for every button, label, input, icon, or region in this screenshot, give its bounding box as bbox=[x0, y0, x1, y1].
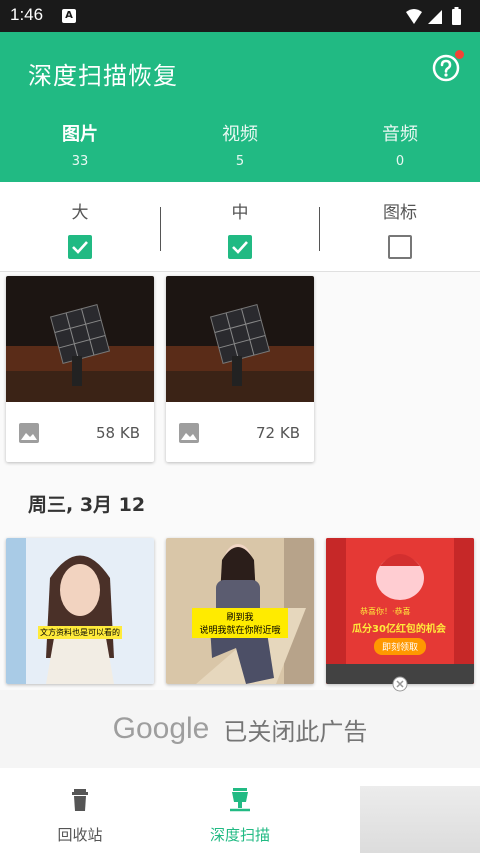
ad-top-text: 恭喜你！·恭喜 bbox=[360, 607, 411, 616]
blurred-overlay bbox=[360, 786, 480, 853]
nav-label: 深度扫描 bbox=[209, 826, 270, 844]
thumbnail-caption: 刷到我 说明我就在你附近哦 bbox=[192, 608, 288, 638]
ad-closed-text: 已关闭此广告 bbox=[223, 717, 368, 746]
thumbnail-caption: 文方资料也是可以看的 bbox=[38, 626, 122, 639]
card-meta: 58 KB bbox=[6, 402, 154, 462]
notification-dot bbox=[455, 50, 464, 59]
check-icon bbox=[232, 241, 248, 254]
caption-line1: 刷到我 bbox=[226, 613, 254, 623]
image-card[interactable]: 恭喜你！·恭喜 瓜分30亿红包的机会 即刻领取 bbox=[326, 538, 474, 684]
filter-label: 图标 bbox=[383, 203, 417, 223]
image-thumbnail: 恭喜你！·恭喜 瓜分30亿红包的机会 即刻领取 bbox=[326, 538, 474, 684]
nav-third[interactable] bbox=[320, 768, 480, 853]
divider bbox=[160, 207, 161, 251]
filter-large-checkbox[interactable] bbox=[68, 235, 92, 259]
tab-images[interactable]: 图片 33 bbox=[0, 116, 160, 185]
help-button[interactable] bbox=[432, 50, 464, 82]
filter-icon-checkbox[interactable] bbox=[388, 235, 412, 259]
ad-close-icon[interactable] bbox=[392, 676, 408, 692]
app-bar: 深度扫描恢复 图片 33 视频 5 音频 0 bbox=[0, 32, 480, 185]
scan-icon bbox=[230, 788, 250, 812]
image-card[interactable]: 58 KB bbox=[6, 276, 154, 462]
bottom-navigation: 回收站 深度扫描 bbox=[0, 768, 480, 853]
google-logo: Google bbox=[112, 712, 210, 745]
image-icon bbox=[179, 423, 199, 443]
size-filter-bar: 大 中 图标 bbox=[0, 182, 480, 272]
tab-label: 视频 bbox=[222, 124, 258, 145]
help-icon bbox=[432, 54, 460, 82]
filter-label: 大 bbox=[71, 203, 89, 223]
check-icon bbox=[72, 241, 88, 254]
nav-recycle-bin[interactable]: 回收站 bbox=[0, 768, 160, 853]
ad-main-text: 瓜分30亿红包的机会 bbox=[352, 624, 446, 635]
date-header: 周三, 3月 12 bbox=[28, 494, 146, 516]
file-size: 72 KB bbox=[256, 424, 300, 442]
image-thumbnail bbox=[6, 276, 154, 402]
tab-count: 5 bbox=[235, 154, 245, 169]
image-thumbnail: 刷到我 说明我就在你附近哦 bbox=[166, 538, 314, 684]
image-icon bbox=[19, 423, 39, 443]
image-thumbnail bbox=[166, 276, 314, 402]
filter-medium-checkbox[interactable] bbox=[228, 235, 252, 259]
image-card[interactable]: 72 KB bbox=[166, 276, 314, 462]
page-title: 深度扫描恢复 bbox=[28, 62, 178, 90]
file-size: 58 KB bbox=[96, 424, 140, 442]
filter-large[interactable]: 大 bbox=[0, 182, 160, 271]
caption-line2: 说明我就在你附近哦 bbox=[199, 626, 281, 636]
nav-deep-scan[interactable]: 深度扫描 bbox=[160, 768, 320, 853]
image-grid: 58 KB 72 KB 周三, 3月 12 文方资料也是可以看的 刷到我 说明我… bbox=[0, 272, 480, 692]
tab-count: 0 bbox=[395, 154, 405, 169]
system-status-icons bbox=[406, 7, 461, 25]
ad-claim-button[interactable]: 即刻领取 bbox=[374, 638, 427, 655]
status-time: 1:46 bbox=[10, 5, 44, 24]
tab-videos[interactable]: 视频 5 bbox=[160, 116, 320, 182]
status-bar: 1:46 A bbox=[0, 0, 480, 32]
image-card[interactable]: 刷到我 说明我就在你附近哦 bbox=[166, 538, 314, 684]
filter-medium[interactable]: 中 bbox=[160, 182, 320, 271]
tab-label: 图片 bbox=[62, 124, 98, 145]
tab-audio[interactable]: 音频 0 bbox=[320, 116, 480, 182]
tab-count: 33 bbox=[71, 154, 89, 169]
ad-banner: Google 已关闭此广告 bbox=[0, 676, 480, 768]
filter-icon[interactable]: 图标 bbox=[320, 182, 480, 271]
card-meta: 72 KB bbox=[166, 402, 314, 462]
notification-a-icon: A bbox=[62, 9, 76, 23]
image-card[interactable]: 文方资料也是可以看的 bbox=[6, 538, 154, 684]
trash-icon bbox=[72, 789, 88, 811]
image-thumbnail: 文方资料也是可以看的 bbox=[6, 538, 154, 684]
nav-label: 回收站 bbox=[57, 826, 103, 844]
tab-bar: 图片 33 视频 5 音频 0 bbox=[0, 116, 480, 185]
tab-label: 音频 bbox=[382, 124, 418, 145]
filter-label: 中 bbox=[231, 203, 249, 223]
